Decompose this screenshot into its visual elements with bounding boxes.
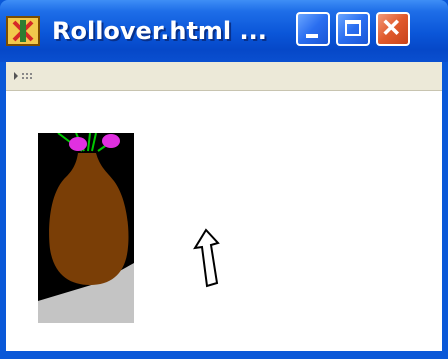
title-bar[interactable]: Rollover.html ... [0,0,448,62]
maximize-button[interactable] [336,12,370,46]
outline-arrow-cursor-icon [193,228,220,288]
toolbar-grip-icon[interactable] [12,70,60,82]
window-bottom-border [0,351,448,359]
close-button[interactable] [376,12,410,46]
maximize-icon [345,20,361,36]
minimize-icon [306,34,318,38]
minimize-button[interactable] [296,12,330,46]
window-title: Rollover.html ... [52,17,267,45]
vase-image[interactable] [38,133,134,323]
close-icon [383,19,400,36]
app-icon [6,16,40,46]
toolbar [6,62,442,91]
browser-window: Rollover.html ... [0,0,448,359]
